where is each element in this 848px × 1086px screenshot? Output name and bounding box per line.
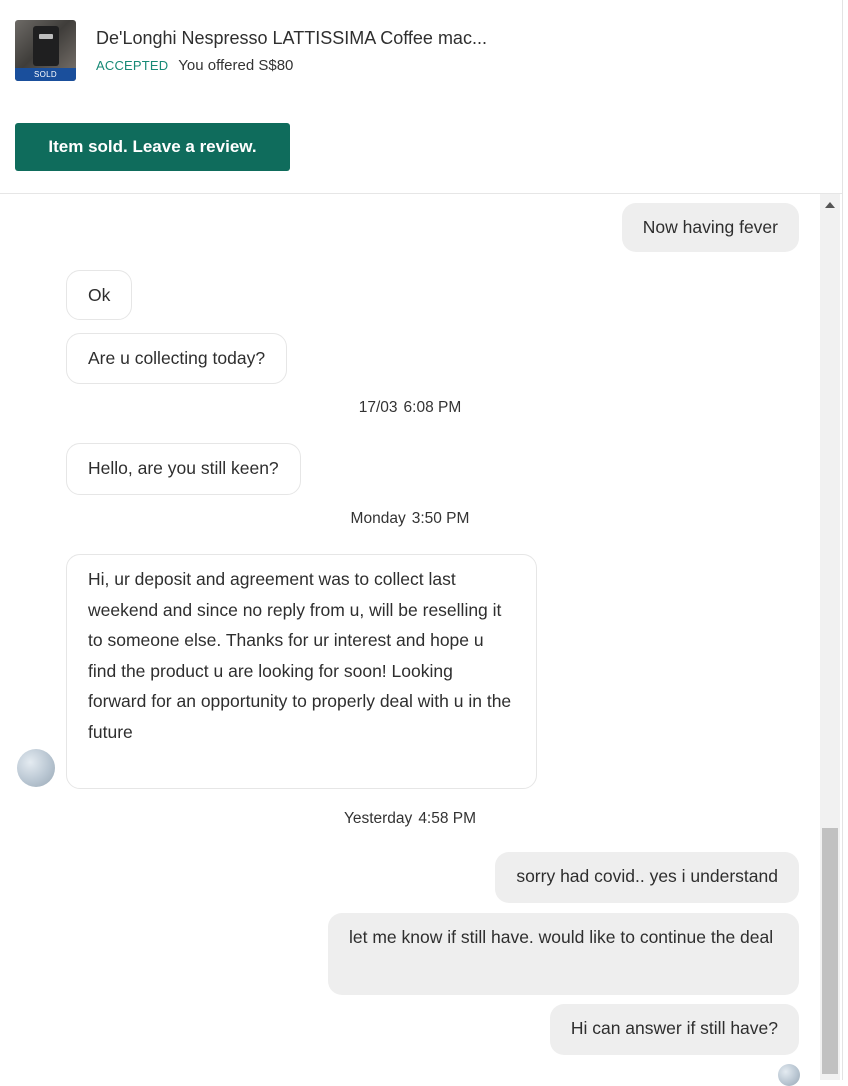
message-list: Now having fever Ok Are u collecting tod…: [0, 194, 820, 1086]
timestamp: 17/03 6:08 PM: [358, 399, 462, 416]
message-bubble: Hi, ur deposit and agreement was to coll…: [66, 554, 537, 789]
scrollbar-thumb[interactable]: [822, 828, 838, 1074]
message-bubble: Hello, are you still keen?: [66, 443, 301, 495]
seller-avatar[interactable]: [17, 749, 55, 787]
sold-badge: SOLD: [15, 68, 76, 81]
listing-title[interactable]: De'Longhi Nespresso LATTISSIMA Coffee ma…: [96, 28, 487, 49]
scroll-up-arrow-icon[interactable]: [825, 202, 835, 208]
timestamp: Monday 3:50 PM: [350, 510, 470, 527]
listing-thumbnail[interactable]: SOLD: [15, 20, 76, 81]
offer-amount: You offered S$80: [178, 57, 294, 74]
message-bubble: Hi can answer if still have?: [549, 1004, 799, 1055]
message-bubble: Are u collecting today?: [66, 333, 288, 384]
timestamp: Yesterday 4:58 PM: [343, 810, 477, 827]
message-bubble: Now having fever: [621, 203, 799, 252]
offer-status: ACCEPTED You offered S$80: [96, 57, 293, 74]
my-avatar: [778, 1064, 800, 1086]
leave-review-button[interactable]: Item sold. Leave a review.: [15, 123, 290, 171]
coffee-machine-image: [33, 26, 59, 66]
panel-divider: [842, 0, 843, 1080]
chat-header: SOLD De'Longhi Nespresso LATTISSIMA Coff…: [0, 0, 842, 194]
message-bubble: sorry had covid.. yes i understand: [495, 852, 799, 903]
message-bubble: let me know if still have. would like to…: [328, 913, 799, 995]
message-bubble: Ok: [66, 270, 133, 320]
accepted-label: ACCEPTED: [96, 58, 169, 73]
chat-scrollbar[interactable]: [820, 194, 840, 1080]
